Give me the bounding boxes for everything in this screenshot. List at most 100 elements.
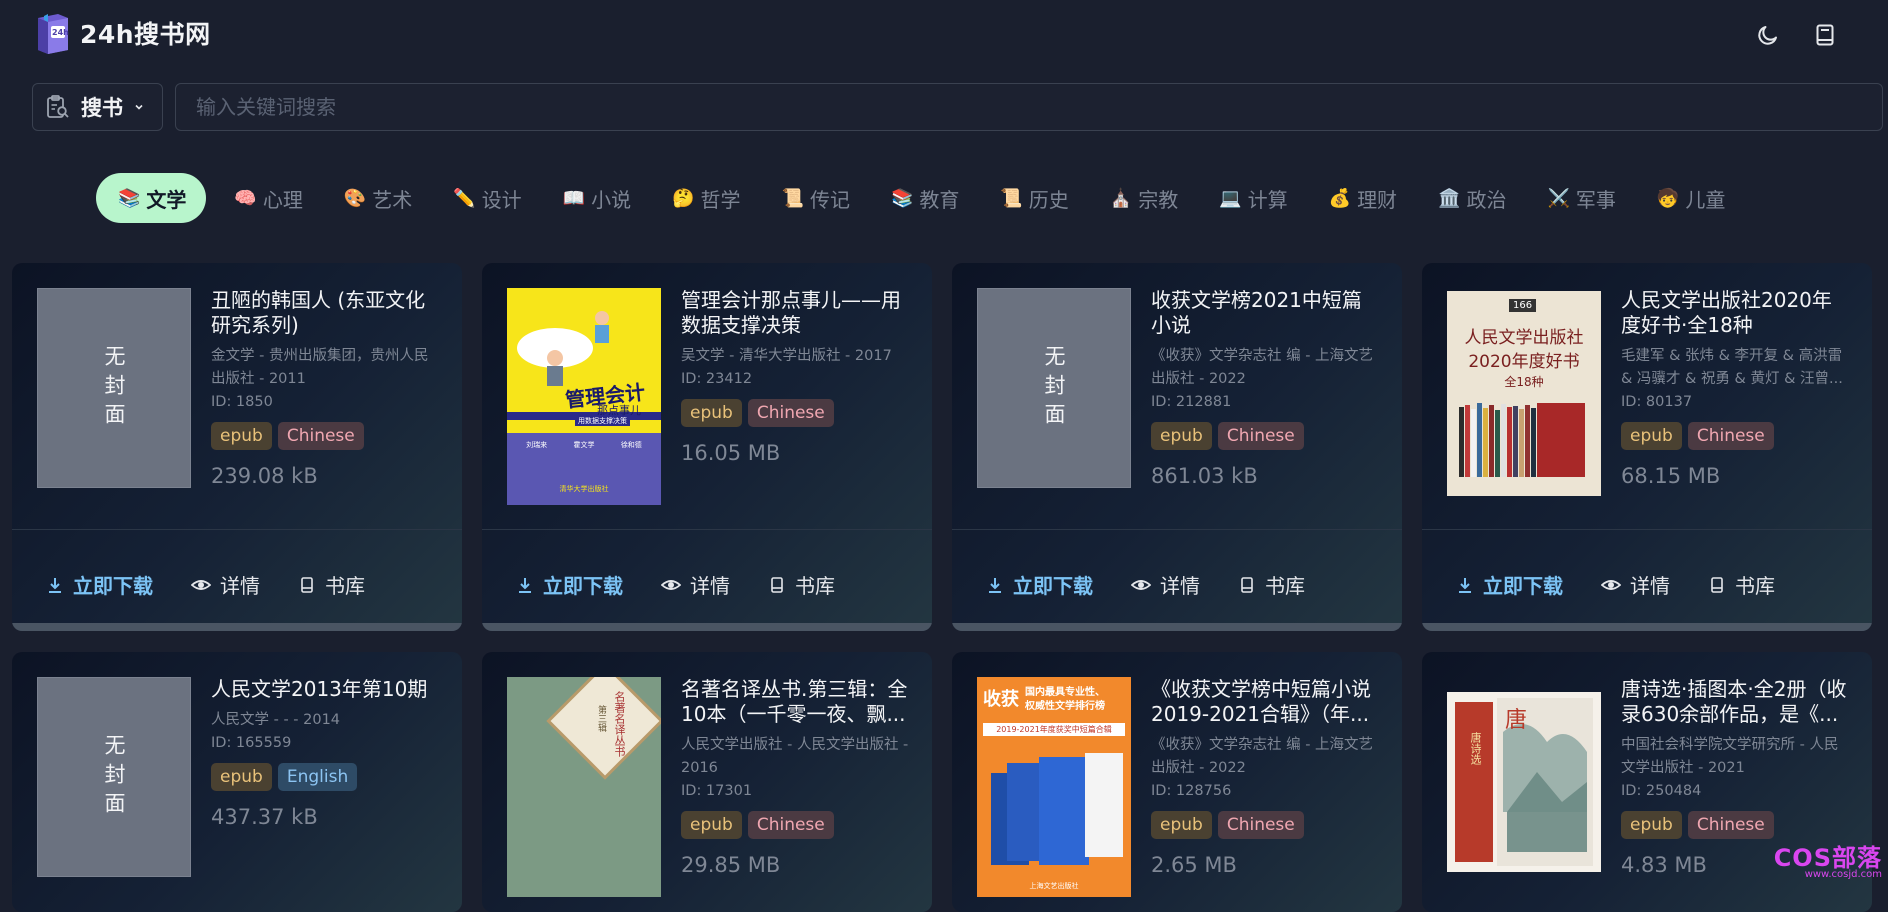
category-tab-1[interactable]: 🧠 心理 xyxy=(216,173,320,223)
book-card: 名著名译丛书 第三辑 名著名译丛书.第三辑：全10本（一千零一夜、飘... 人民文学出… xyxy=(482,652,932,912)
format-badge: epub xyxy=(1621,811,1682,839)
category-tab-7[interactable]: 📚 教育 xyxy=(873,173,977,223)
card-bottom-bar xyxy=(1422,623,1872,631)
category-tab-14[interactable]: 🧒 儿童 xyxy=(1639,173,1743,223)
download-label: 立即下载 xyxy=(73,574,153,598)
book-id: ID: 128756 xyxy=(1151,783,1232,799)
category-tab-6[interactable]: 📜 传记 xyxy=(764,173,868,223)
book-title[interactable]: 名著名译丛书.第三辑：全10本（一千零一夜、飘... xyxy=(681,677,909,727)
details-label: 详情 xyxy=(1160,574,1200,598)
category-emoji-icon: 💻 xyxy=(1219,187,1242,209)
search-mode-select[interactable]: 搜书 xyxy=(32,83,163,131)
no-cover-text: 无封面 xyxy=(102,733,126,821)
cover-authors: 刘瑞来 霍文学 徐和德 xyxy=(513,440,655,450)
book-cover-image[interactable]: 名著名译丛书 第三辑 xyxy=(507,677,661,897)
book-id: ID: 1850 xyxy=(211,394,273,410)
category-tab-8[interactable]: 📜 历史 xyxy=(982,173,1086,223)
book-title[interactable]: 管理会计那点事儿——用数据支撑决策 xyxy=(681,288,909,338)
book-title[interactable]: 收获文学榜2021中短篇小说 xyxy=(1151,288,1379,338)
book-cover-image[interactable]: 收获 国内最具专业性、 权威性文学排行榜 2019-2021年度获奖中短篇合辑 上海文艺… xyxy=(977,677,1131,897)
category-tab-4[interactable]: 📖 小说 xyxy=(545,173,649,223)
category-tab-5[interactable]: 🤔 哲学 xyxy=(654,173,758,223)
book-cover-image[interactable]: 唐唐诗选 xyxy=(1447,692,1601,872)
watermark: COS部落 www.cosjd.com xyxy=(1774,838,1882,880)
book-title[interactable]: 丑陋的韩国人 (东亚文化研究系列) xyxy=(211,288,439,338)
category-tabs: 📚 文学 🧠 心理 🎨 艺术 ✏️ 设计 📖 小说 🤔 哲学 📜 传记 📚 教育 📜 历史 ⛪ 宗教 💻 计算 💰 理财 🏛️ 政… xyxy=(96,172,1748,224)
format-badge: epub xyxy=(1151,811,1212,839)
download-label: 立即下载 xyxy=(543,574,623,598)
category-tab-11[interactable]: 💰 理财 xyxy=(1311,173,1415,223)
cover-subtitle: 第三辑 xyxy=(596,705,606,732)
book-tags: epub Chinese xyxy=(1621,422,1849,450)
cover-book-spines xyxy=(1459,403,1585,477)
cover-line-2: 权威性文学排行榜 xyxy=(1025,701,1105,712)
library-button[interactable] xyxy=(1808,18,1842,52)
search-bar: 搜书 xyxy=(32,83,1883,133)
book-cover-image[interactable]: 166 人民文学出版社 2020年度好书 全18种 xyxy=(1447,291,1601,496)
book-tags: epub English xyxy=(211,763,439,791)
category-tab-0[interactable]: 📚 文学 xyxy=(96,173,207,223)
library-label: 书库 xyxy=(795,574,835,598)
book-title[interactable]: 人民文学2013年第10期 xyxy=(211,677,439,702)
book-card: 无封面 丑陋的韩国人 (东亚文化研究系列) 金文学 - 贵州出版集团，贵州人民出版社… xyxy=(12,263,462,631)
book-title[interactable]: 唐诗选·插图本·全2册（收录630余部作品，是《... xyxy=(1621,677,1849,727)
details-label: 详情 xyxy=(1630,574,1670,598)
language-badge: Chinese xyxy=(1217,811,1304,839)
library-link-button[interactable]: 书库 xyxy=(298,570,365,599)
download-label: 立即下载 xyxy=(1483,574,1563,598)
search-input[interactable] xyxy=(175,83,1883,131)
card-bottom-bar xyxy=(12,623,462,631)
download-icon xyxy=(989,577,1001,593)
eye-icon xyxy=(1131,579,1151,590)
book-meta: 中国社会科学院文学研究所 - 人民文学出版社 - 2021 xyxy=(1621,737,1839,776)
category-tab-12[interactable]: 🏛️ 政治 xyxy=(1420,173,1524,223)
book-tags: epub Chinese xyxy=(1151,811,1379,839)
details-button[interactable]: 详情 xyxy=(1131,570,1200,599)
library-link-button[interactable]: 书库 xyxy=(1708,570,1775,599)
category-tab-9[interactable]: ⛪ 宗教 xyxy=(1092,173,1196,223)
book-meta: 吴文学 - 清华大学出版社 - 2017 xyxy=(681,348,892,364)
format-badge: epub xyxy=(681,399,742,427)
cover-line-1: 人民文学出版社 xyxy=(1464,328,1584,348)
download-button[interactable]: 立即下载 xyxy=(516,570,623,599)
card-actions: 立即下载 详情 书库 xyxy=(986,570,1343,599)
eye-icon xyxy=(1601,579,1621,590)
card-actions: 立即下载 详情 书库 xyxy=(1456,570,1813,599)
cover-press: 上海文艺出版社 xyxy=(1029,882,1079,890)
download-button[interactable]: 立即下载 xyxy=(986,570,1093,599)
book-title[interactable]: 人民文学出版社2020年度好书·全18种 xyxy=(1621,288,1849,338)
details-label: 详情 xyxy=(690,574,730,598)
theme-toggle-button[interactable] xyxy=(1751,18,1785,52)
book-meta: 人民文学出版社 - 人民文学出版社 - 2016 xyxy=(681,737,909,776)
library-link-button[interactable]: 书库 xyxy=(1238,570,1305,599)
category-tab-13[interactable]: ⚔️ 军事 xyxy=(1529,173,1633,223)
cover-line-2: 2020年度好书 xyxy=(1468,352,1580,372)
category-label: 小说 xyxy=(591,187,632,212)
cover-diamond-frame xyxy=(546,677,661,780)
book-title[interactable]: 《收获文学榜中短篇小说2019-2021合辑》（年... xyxy=(1151,677,1379,727)
book-id: ID: 212881 xyxy=(1151,394,1232,410)
card-bottom-bar xyxy=(482,623,932,631)
category-tab-2[interactable]: 🎨 艺术 xyxy=(326,173,430,223)
details-button[interactable]: 详情 xyxy=(661,570,730,599)
no-cover-text: 无封面 xyxy=(102,344,126,432)
category-tab-10[interactable]: 💻 计算 xyxy=(1201,173,1305,223)
cover-author: 霍文学 xyxy=(573,441,595,449)
details-button[interactable]: 详情 xyxy=(191,570,260,599)
download-button[interactable]: 立即下载 xyxy=(46,570,153,599)
category-label: 设计 xyxy=(481,187,522,212)
category-label: 教育 xyxy=(919,187,960,212)
language-badge: Chinese xyxy=(1687,811,1774,839)
category-emoji-icon: 🤔 xyxy=(672,187,695,209)
book-icon xyxy=(1241,576,1253,593)
format-badge: epub xyxy=(211,763,272,791)
category-tab-3[interactable]: ✏️ 设计 xyxy=(435,173,539,223)
download-icon xyxy=(519,577,531,593)
site-logo[interactable]: 24h 24h搜书网 xyxy=(34,12,211,54)
language-badge: Chinese xyxy=(1217,422,1304,450)
library-link-button[interactable]: 书库 xyxy=(768,570,835,599)
category-label: 儿童 xyxy=(1685,187,1726,212)
book-cover-image[interactable]: 管理会计 那点事儿 用数据支撑决策 刘瑞来 霍文学 徐和德 清华大学出版社 xyxy=(507,288,661,505)
download-button[interactable]: 立即下载 xyxy=(1456,570,1563,599)
details-button[interactable]: 详情 xyxy=(1601,570,1670,599)
